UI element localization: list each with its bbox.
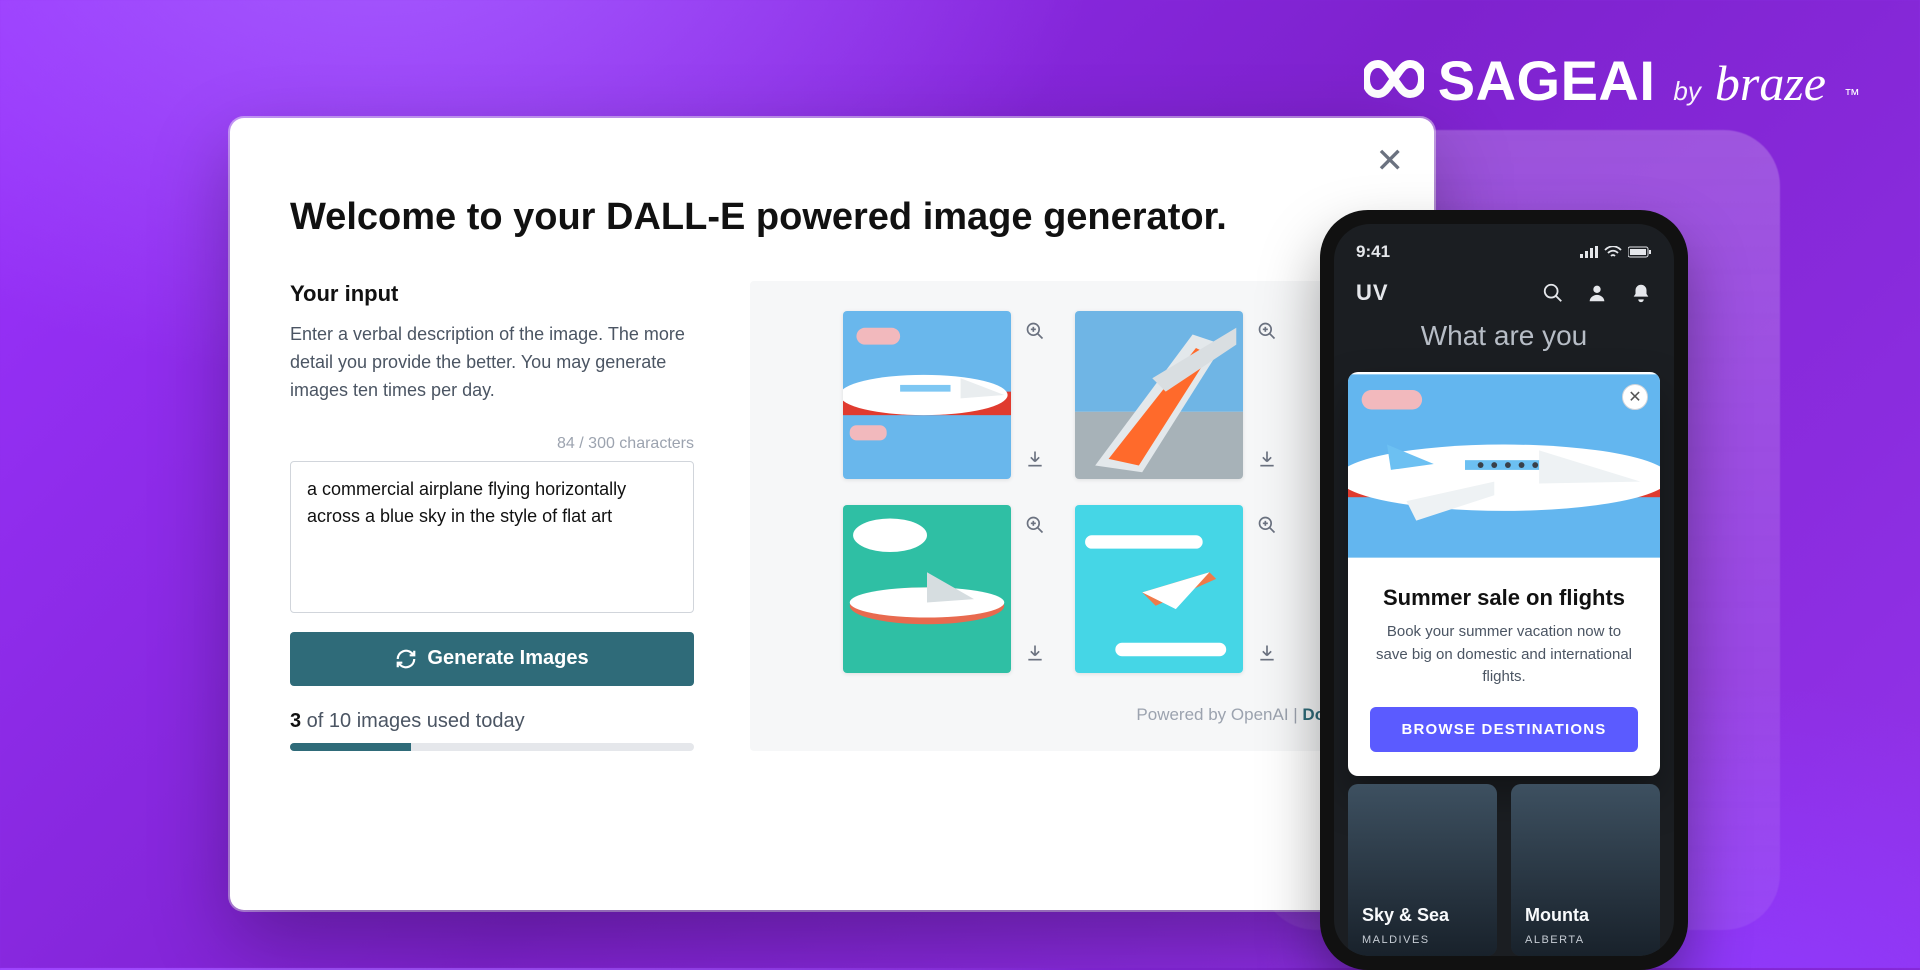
bell-icon[interactable] [1630,282,1652,304]
result-tile [843,311,1049,479]
phone-mockup: 9:41 UV What are you ✕ [1320,210,1688,970]
wifi-icon [1604,246,1622,258]
result-tile [1075,505,1281,673]
result-image[interactable] [843,311,1011,479]
browse-destinations-button[interactable]: BROWSE DESTINATIONS [1370,707,1638,752]
input-panel: Your input Enter a verbal description of… [290,281,694,751]
character-counter: 84 / 300 characters [290,435,694,453]
infinity-icon [1364,58,1424,105]
brand-tm: ™ [1844,87,1860,105]
generate-button-label: Generate Images [427,647,588,670]
destination-title: Sky & Sea [1362,905,1449,926]
zoom-icon[interactable] [1021,317,1049,345]
result-image[interactable] [843,505,1011,673]
usage-text: 3 of 10 images used today [290,710,694,733]
download-icon[interactable] [1021,639,1049,667]
zoom-icon[interactable] [1253,317,1281,345]
inapp-message: ✕ Summer sale on flights Book your summe… [1348,372,1660,776]
destination-card[interactable]: Mounta ALBERTA [1511,784,1660,956]
iam-image [1348,372,1660,560]
app-logo: UV [1356,280,1389,306]
destination-title: Mounta [1525,905,1589,926]
prompt-input[interactable] [290,461,694,613]
zoom-icon[interactable] [1253,511,1281,539]
battery-icon [1628,246,1652,258]
brand-by-text: by [1673,76,1700,107]
brand-sage-text: SAGEAI [1438,48,1656,113]
destination-sub: ALBERTA [1525,934,1585,946]
close-icon[interactable]: ✕ [1622,384,1648,410]
search-icon[interactable] [1542,282,1564,304]
result-tile [843,505,1049,673]
signal-icon [1580,246,1598,258]
modal-title: Welcome to your DALL-E powered image gen… [290,196,1374,239]
help-text: Enter a verbal description of the image.… [290,321,694,405]
powered-by: Powered by OpenAI | Docs [1136,705,1344,725]
generate-button[interactable]: Generate Images [290,632,694,686]
close-icon[interactable]: ✕ [1376,144,1405,178]
iam-subtitle: Book your summer vacation now to save bi… [1370,621,1638,689]
input-heading: Your input [290,281,694,307]
refresh-icon [395,648,417,670]
status-time: 9:41 [1356,242,1390,262]
iam-title: Summer sale on flights [1370,585,1638,611]
download-icon[interactable] [1253,639,1281,667]
download-icon[interactable] [1253,445,1281,473]
result-image[interactable] [1075,505,1243,673]
destination-sub: MALDIVES [1362,934,1430,946]
brand-braze-text: braze [1715,54,1826,112]
destination-card[interactable]: Sky & Sea MALDIVES [1348,784,1497,956]
user-icon[interactable] [1586,282,1608,304]
download-icon[interactable] [1021,445,1049,473]
status-bar: 9:41 [1334,224,1674,270]
brand-lockup: SAGEAI by braze ™ [1364,48,1860,113]
results-gallery: Powered by OpenAI | Docs [750,281,1374,751]
hero-text: What are you [1334,312,1674,352]
app-bar: UV [1334,270,1674,312]
image-generator-modal: ✕ Welcome to your DALL-E powered image g… [230,118,1434,910]
destination-row: Sky & Sea MALDIVES Mounta ALBERTA [1334,784,1674,956]
status-icons [1580,246,1652,258]
result-tile [1075,311,1281,479]
zoom-icon[interactable] [1021,511,1049,539]
usage-progress [290,743,694,751]
result-image[interactable] [1075,311,1243,479]
